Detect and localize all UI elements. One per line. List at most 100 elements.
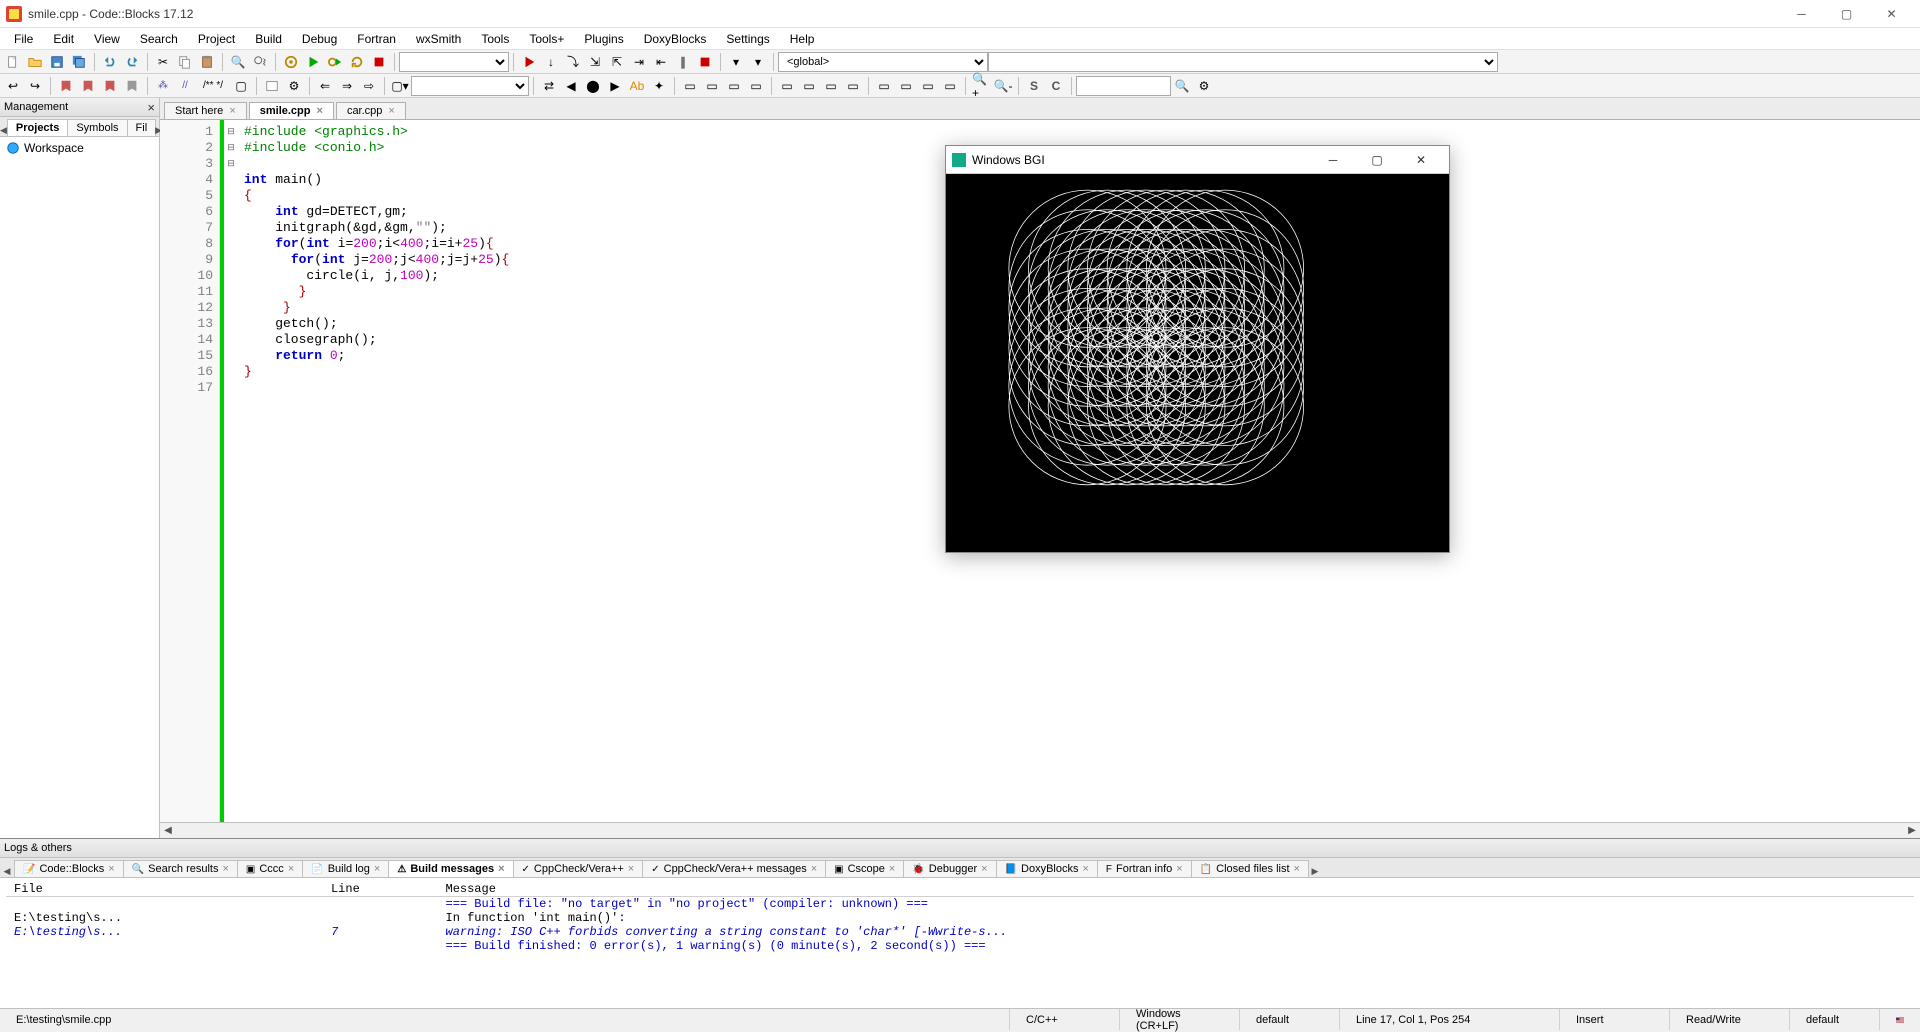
log-tab-debugger[interactable]: 🐞Debugger× — [903, 860, 996, 877]
open-file-icon[interactable] — [25, 52, 45, 72]
debug-run-icon[interactable] — [519, 52, 539, 72]
redo-icon[interactable] — [122, 52, 142, 72]
view1-icon[interactable]: ▭ — [874, 76, 894, 96]
tab-close-icon[interactable]: × — [229, 105, 235, 117]
search-input[interactable] — [1076, 76, 1171, 96]
fold-column[interactable]: ⊟⊟⊟ — [224, 120, 238, 822]
abort-icon[interactable] — [369, 52, 389, 72]
stop-debug-icon[interactable] — [695, 52, 715, 72]
scroll-right-icon[interactable]: ▶ — [1904, 825, 1920, 836]
menu-help[interactable]: Help — [780, 30, 825, 48]
editor-tab-start-here[interactable]: Start here× — [164, 102, 247, 119]
log-tab-cccc[interactable]: ▣Cccc× — [237, 860, 303, 877]
log-tab-cppcheck-vera-[interactable]: ✓CppCheck/Vera++× — [513, 860, 644, 877]
jump-last-icon[interactable]: ⇨ — [359, 76, 379, 96]
step-into-icon[interactable]: ⇲ — [585, 52, 605, 72]
build-icon[interactable] — [281, 52, 301, 72]
editor-horizontal-scrollbar[interactable]: ◀ ▶ — [160, 822, 1920, 838]
highlight-icon[interactable]: Ab — [627, 76, 647, 96]
log-tab-close-icon[interactable]: × — [1176, 863, 1182, 875]
layout1-icon[interactable]: ▭ — [777, 76, 797, 96]
bgi-maximize-button[interactable]: ▢ — [1355, 147, 1399, 173]
next-line-icon[interactable]: ⤵ — [563, 52, 583, 72]
find-icon[interactable]: 🔍 — [228, 52, 248, 72]
menu-build[interactable]: Build — [245, 30, 292, 48]
bookmark-clear-icon[interactable] — [122, 76, 142, 96]
debug-windows-icon[interactable]: ▾ — [726, 52, 746, 72]
bgi-close-button[interactable]: ✕ — [1399, 147, 1443, 173]
log-tab-code-blocks[interactable]: 📝Code::Blocks× — [14, 860, 124, 877]
symbol-select[interactable] — [988, 52, 1498, 72]
chm-icon[interactable] — [262, 76, 282, 96]
editor-tab-smile-cpp[interactable]: smile.cpp× — [249, 102, 334, 119]
select-target-icon[interactable]: ▢▾ — [390, 76, 410, 96]
log-tab-close-icon[interactable]: × — [981, 863, 987, 875]
window-close-button[interactable]: ✕ — [1869, 1, 1914, 27]
doxy-block-icon[interactable]: ⁂ — [153, 76, 173, 96]
info-icon[interactable]: ▾ — [748, 52, 768, 72]
log-tab-close-icon[interactable]: × — [811, 863, 817, 875]
bgi-minimize-button[interactable]: ─ — [1311, 147, 1355, 173]
bookmark-next-icon[interactable] — [100, 76, 120, 96]
search-go-icon[interactable]: 🔍 — [1172, 76, 1192, 96]
view2-icon[interactable]: ▭ — [896, 76, 916, 96]
replace-icon[interactable] — [250, 52, 270, 72]
log-tab-close-icon[interactable]: × — [1294, 863, 1300, 875]
menu-file[interactable]: File — [4, 30, 43, 48]
menu-doxyblocks[interactable]: DoxyBlocks — [634, 30, 717, 48]
menu-edit[interactable]: Edit — [43, 30, 84, 48]
cut-icon[interactable]: ✂ — [153, 52, 173, 72]
menu-plugins[interactable]: Plugins — [574, 30, 633, 48]
doxy-run-icon[interactable]: ▢ — [231, 76, 251, 96]
menu-tools+[interactable]: Tools+ — [519, 30, 574, 48]
scroll-track[interactable] — [176, 824, 1904, 838]
window-minimize-button[interactable]: ─ — [1779, 1, 1824, 27]
layout2-icon[interactable]: ▭ — [799, 76, 819, 96]
log-tab-close-icon[interactable]: × — [1082, 863, 1088, 875]
window1-icon[interactable]: ▭ — [680, 76, 700, 96]
log-tab-close-icon[interactable]: × — [628, 863, 634, 875]
undo-icon[interactable] — [100, 52, 120, 72]
project-tree[interactable]: Workspace — [0, 137, 159, 838]
save-all-icon[interactable] — [69, 52, 89, 72]
back-icon[interactable]: ↩ — [3, 76, 23, 96]
menu-fortran[interactable]: Fortran — [347, 30, 406, 48]
nav-next-icon[interactable]: ▶ — [605, 76, 625, 96]
nav-prev-icon[interactable]: ◀ — [561, 76, 581, 96]
window4-icon[interactable]: ▭ — [746, 76, 766, 96]
zoom-out-icon[interactable]: 🔍- — [993, 76, 1013, 96]
build-messages-view[interactable]: FileLineMessage === Build file: "no targ… — [0, 878, 1920, 1008]
code-editor[interactable]: 1234567891011121314151617 ⊟⊟⊟ #include <… — [160, 120, 1920, 822]
bookmark-toggle-icon[interactable] — [56, 76, 76, 96]
build-run-icon[interactable] — [325, 52, 345, 72]
new-file-icon[interactable] — [3, 52, 23, 72]
management-close-icon[interactable]: × — [147, 100, 155, 115]
log-tab-close-icon[interactable]: × — [498, 863, 504, 875]
editor-tab-car-cpp[interactable]: car.cpp× — [336, 102, 406, 119]
header-icon[interactable]: C — [1046, 76, 1066, 96]
paste-icon[interactable] — [197, 52, 217, 72]
window3-icon[interactable]: ▭ — [724, 76, 744, 96]
diff-icon[interactable]: ⇄ — [539, 76, 559, 96]
log-row[interactable]: E:\testing\s...In function 'int main()': — [6, 911, 1914, 925]
step-out-icon[interactable]: ⇱ — [607, 52, 627, 72]
menu-wxsmith[interactable]: wxSmith — [406, 30, 471, 48]
search-opts-icon[interactable]: ⚙ — [1194, 76, 1214, 96]
step-instr-icon[interactable]: ⇤ — [651, 52, 671, 72]
run-icon[interactable] — [303, 52, 323, 72]
log-row[interactable]: === Build finished: 0 error(s), 1 warnin… — [6, 939, 1914, 953]
log-tab-scroll-right-icon[interactable]: ▶ — [1308, 866, 1322, 877]
log-tab-doxyblocks[interactable]: 📘DoxyBlocks× — [996, 860, 1098, 877]
tab-close-icon[interactable]: × — [388, 105, 394, 117]
log-tab-cscope[interactable]: ▣Cscope× — [825, 860, 904, 877]
jump-next-icon[interactable]: ⇒ — [337, 76, 357, 96]
forward-icon[interactable]: ↪ — [25, 76, 45, 96]
window-maximize-button[interactable]: ▢ — [1824, 1, 1869, 27]
build-target-select[interactable] — [399, 52, 509, 72]
menu-debug[interactable]: Debug — [292, 30, 347, 48]
layout3-icon[interactable]: ▭ — [821, 76, 841, 96]
menu-search[interactable]: Search — [130, 30, 188, 48]
log-tab-close-icon[interactable]: × — [222, 863, 228, 875]
zoom-in-icon[interactable]: 🔍+ — [971, 76, 991, 96]
save-icon[interactable] — [47, 52, 67, 72]
